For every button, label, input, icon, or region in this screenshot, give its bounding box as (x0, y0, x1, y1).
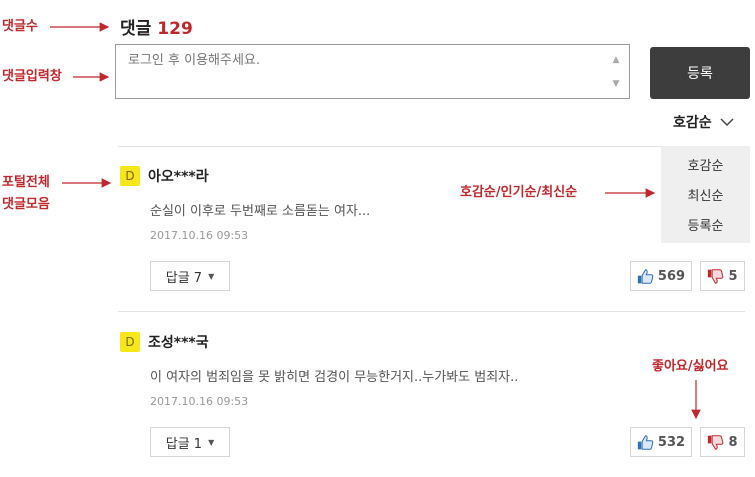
thumbs-down-icon (708, 268, 724, 284)
thumbs-up-icon (637, 268, 654, 284)
input-scrollbar[interactable]: ▲ ▼ (608, 48, 624, 96)
comment-count-label: 댓글 (120, 19, 152, 39)
like-count: 569 (657, 268, 686, 284)
comment-count: 댓글 129 (120, 14, 193, 39)
comment-item: D 조성***국 이 여자의 범죄임을 못 밝히면 검경이 무능한거지..누가봐… (120, 332, 745, 462)
avatar: D (120, 332, 140, 352)
scroll-up-icon[interactable]: ▲ (608, 48, 624, 72)
annotation-all-comments: 포털전체 댓글모음 (2, 175, 50, 212)
like-button[interactable]: 569 (630, 261, 692, 291)
sort-option-likes[interactable]: 호감순 (661, 152, 750, 182)
caret-down-icon: ▼ (208, 437, 215, 447)
comment-username[interactable]: 아오***라 (148, 166, 209, 186)
reply-label: 답글 7 (165, 270, 203, 286)
caret-down-icon: ▼ (208, 271, 215, 281)
sort-option-newest[interactable]: 최신순 (661, 182, 750, 212)
dislike-count: 8 (728, 434, 738, 450)
divider (118, 311, 745, 312)
comment-timestamp: 2017.10.16 09:53 (150, 395, 249, 408)
dislike-button[interactable]: 8 (700, 427, 745, 457)
sort-menu: 호감순 최신순 등록순 (661, 146, 750, 243)
annotation-count: 댓글수 (2, 19, 38, 34)
reply-button[interactable]: 답글 7 ▼ (150, 261, 230, 291)
dislike-button[interactable]: 5 (700, 261, 745, 291)
comment-text: 이 여자의 범죄임을 못 밝히면 검경이 무능한거지..누가봐도 범죄자.. (150, 370, 519, 385)
dislike-count: 5 (728, 268, 738, 284)
comment-input[interactable] (115, 44, 630, 99)
divider (118, 146, 745, 147)
comment-text: 순실이 이후로 두번째로 소름돋는 여자... (150, 204, 371, 219)
annotation-input: 댓글입력창 (2, 69, 62, 84)
reply-button[interactable]: 답글 1 ▼ (150, 427, 230, 457)
comment-username[interactable]: 조성***국 (148, 332, 209, 352)
sort-dropdown[interactable]: 호감순 (673, 112, 734, 132)
comment-count-number: 129 (157, 19, 193, 39)
comment-item: D 아오***라 순실이 이후로 두번째로 소름돋는 여자... 2017.10… (120, 166, 745, 296)
like-count: 532 (657, 434, 686, 450)
like-button[interactable]: 532 (630, 427, 692, 457)
submit-button[interactable]: 등록 (650, 47, 750, 99)
comment-timestamp: 2017.10.16 09:53 (150, 229, 249, 242)
thumbs-up-icon (637, 434, 654, 450)
sort-current-label: 호감순 (673, 115, 712, 131)
scroll-down-icon[interactable]: ▼ (608, 72, 624, 96)
reply-label: 답글 1 (165, 436, 203, 452)
thumbs-down-icon (708, 434, 724, 450)
avatar: D (120, 166, 140, 186)
chevron-down-icon (720, 117, 734, 126)
sort-option-registered[interactable]: 등록순 (661, 212, 750, 242)
